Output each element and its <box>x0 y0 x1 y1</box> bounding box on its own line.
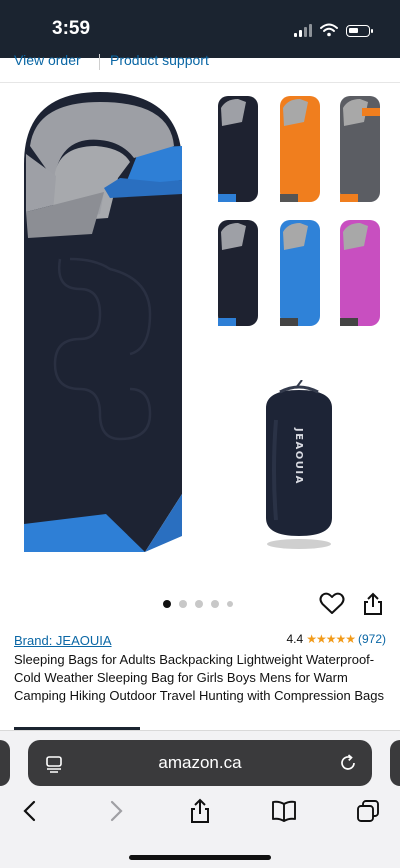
variant-orange-image <box>280 96 320 202</box>
wishlist-button[interactable] <box>319 592 345 616</box>
variant-black-image <box>218 96 258 202</box>
product-support-link[interactable]: Product support <box>110 52 209 68</box>
next-tab-preview[interactable] <box>390 740 400 786</box>
share-icon <box>364 592 382 615</box>
reload-icon[interactable] <box>338 753 358 773</box>
back-button[interactable] <box>16 797 44 825</box>
carousel-dot[interactable] <box>211 600 219 608</box>
status-bar: 3:59 <box>0 0 400 58</box>
bookmarks-button[interactable] <box>270 797 298 825</box>
share-icon <box>191 798 209 823</box>
carousel-dot[interactable] <box>179 600 187 608</box>
forward-button[interactable] <box>102 797 130 825</box>
product-image[interactable]: JEAOUIA <box>0 84 400 584</box>
compression-sack-image: JEAOUIA <box>266 380 332 549</box>
home-indicator <box>129 855 271 860</box>
browser-toolbar: amazon.ca <box>0 730 400 868</box>
wifi-icon <box>320 23 338 37</box>
rating-value: 4.4 <box>286 632 304 646</box>
share-page-button[interactable] <box>186 797 214 825</box>
tabs-icon <box>357 800 379 822</box>
chevron-right-icon <box>110 800 123 822</box>
variant-navy-image <box>218 220 258 326</box>
variant-blue-image <box>280 220 320 326</box>
sleeping-bag-main-image <box>24 92 182 552</box>
sack-logo-text: JEAOUIA <box>293 427 304 485</box>
variant-gray-image <box>340 96 380 202</box>
tabs-button[interactable] <box>354 797 382 825</box>
carousel-dot[interactable] <box>163 600 171 608</box>
variant-pink-image <box>340 220 380 326</box>
share-button[interactable] <box>362 592 384 616</box>
battery-icon <box>346 25 373 37</box>
heart-icon <box>319 592 345 614</box>
brand-link[interactable]: Brand: JEAOUIA <box>14 633 112 648</box>
url-text[interactable]: amazon.ca <box>28 753 372 773</box>
rating-summary[interactable]: 4.4 ★★★★★ (972) <box>287 632 387 646</box>
link-divider <box>99 54 100 70</box>
divider <box>0 82 400 83</box>
carousel-dot[interactable] <box>227 601 233 607</box>
view-order-link[interactable]: View order <box>14 52 81 68</box>
carousel-dot[interactable] <box>195 600 203 608</box>
chevron-left-icon <box>23 800 36 822</box>
product-title: Sleeping Bags for Adults Backpacking Lig… <box>14 652 384 703</box>
address-bar[interactable]: amazon.ca <box>28 740 372 786</box>
previous-tab-preview[interactable] <box>0 740 10 786</box>
status-icons <box>294 21 373 37</box>
image-carousel-dots[interactable] <box>163 600 233 608</box>
star-rating-icon: ★★★★★ <box>306 632 356 646</box>
review-count[interactable]: (972) <box>358 632 386 646</box>
order-links: View order Product support <box>0 52 400 74</box>
cellular-signal-icon <box>294 24 312 37</box>
book-icon <box>272 800 296 822</box>
status-time: 3:59 <box>52 18 91 39</box>
